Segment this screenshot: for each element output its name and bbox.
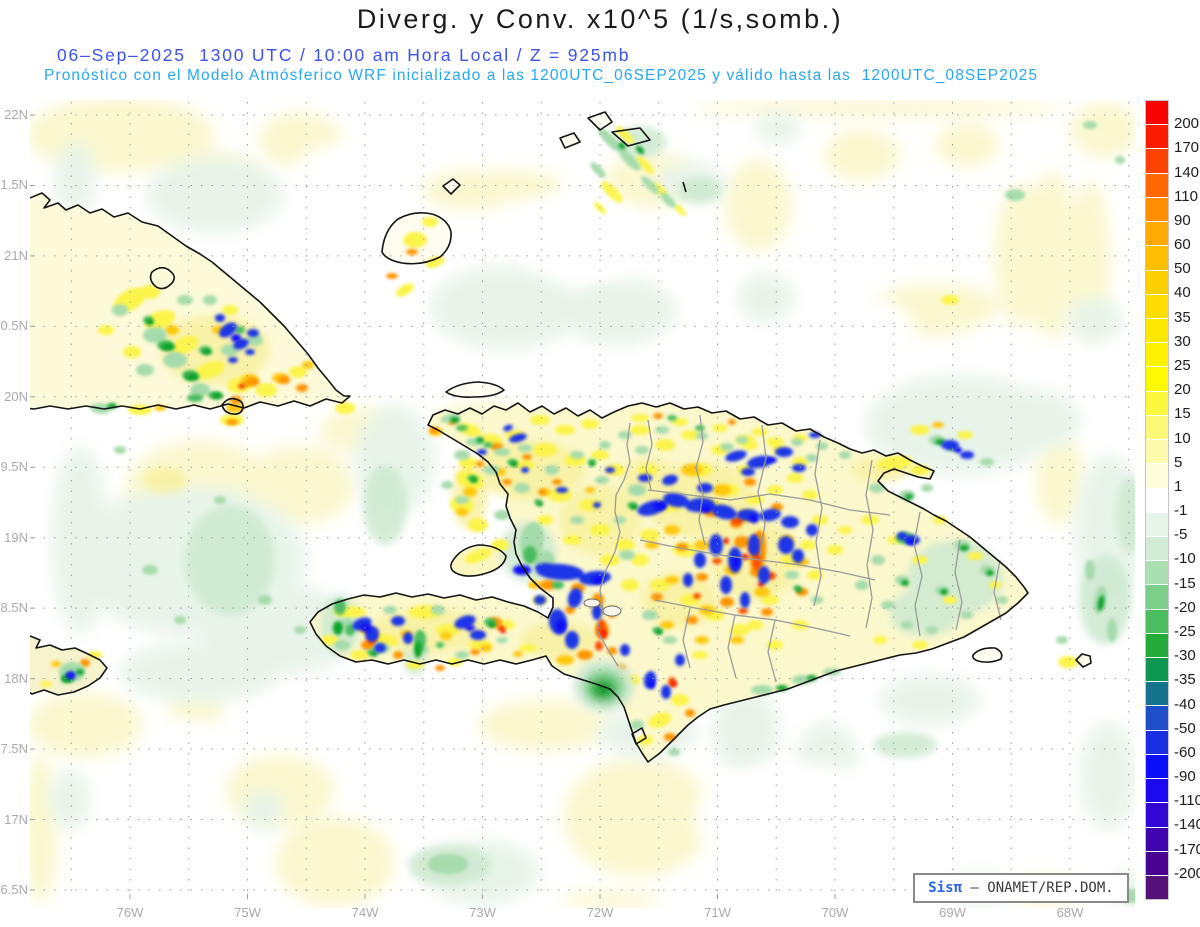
- colorbar-label-10: 10: [1174, 429, 1191, 447]
- colorbar-label--50: -50: [1174, 719, 1196, 737]
- credit-text: – ONAMET/REP.DOM.: [962, 880, 1114, 896]
- colorbar-label-30: 30: [1174, 332, 1191, 350]
- colorbar-label-140: 140: [1174, 163, 1200, 181]
- lat-label-7.5N: 7.5N: [0, 741, 28, 757]
- colorbar-label-40: 40: [1174, 284, 1191, 302]
- colorbar-segment-30: [1146, 827, 1168, 852]
- colorbar-segment-0: [1146, 101, 1168, 126]
- colorbar-label--20: -20: [1174, 598, 1196, 616]
- colorbar-label-60: 60: [1174, 236, 1191, 254]
- colorbar-segment-12: [1146, 391, 1168, 416]
- colorbar-label--60: -60: [1174, 743, 1196, 761]
- colorbar-label-35: 35: [1174, 308, 1191, 326]
- lat-label-17N: 17N: [4, 811, 28, 827]
- colorbar-segment-16: [1146, 488, 1168, 513]
- colorbar-segment-27: [1146, 754, 1168, 780]
- colorbar-segment-5: [1146, 222, 1168, 247]
- lon-label-68W: 68W: [1056, 905, 1084, 920]
- lon-label-73W: 73W: [469, 905, 496, 920]
- colorbar-label--15: -15: [1174, 574, 1196, 592]
- colorbar-segment-3: [1146, 173, 1168, 198]
- colorbar-segment-11: [1146, 367, 1168, 392]
- lon-label-71W: 71W: [704, 905, 731, 920]
- lon-label-75W: 75W: [234, 905, 261, 920]
- colorbar-segment-21: [1146, 609, 1168, 634]
- colorbar-label--200: -200: [1174, 864, 1200, 882]
- colorbar-segment-23: [1146, 658, 1168, 683]
- weather-map-page: Diverg. y Conv. x10^5 (1/s,somb.) 06–Sep…: [0, 0, 1200, 927]
- convergence-target: [574, 660, 634, 712]
- colorbar-segment-7: [1146, 270, 1168, 295]
- colorbar-segment-18: [1146, 536, 1168, 562]
- colorbar-segment-17: [1146, 512, 1168, 537]
- colorbar-segment-15: [1146, 464, 1168, 489]
- colorbar-segment-8: [1146, 294, 1168, 319]
- colorbar-segment-6: [1146, 246, 1168, 271]
- colorbar-segment-13: [1146, 415, 1168, 441]
- lat-label-6.5N: 6.5N: [0, 881, 28, 897]
- colorbar-segment-26: [1146, 730, 1168, 755]
- lat-label-0.5N: 0.5N: [0, 318, 28, 334]
- colorbar-segment-20: [1146, 585, 1168, 610]
- colorbar-label--140: -140: [1174, 816, 1200, 834]
- divergence-field: [30, 100, 1135, 908]
- lat-label-1.5N: 1.5N: [0, 177, 28, 193]
- colorbar-label--170: -170: [1174, 840, 1200, 858]
- lat-label-21N: 21N: [4, 247, 28, 263]
- colorbar-label--35: -35: [1174, 671, 1196, 689]
- colorbar-label-200: 200: [1174, 115, 1200, 133]
- lon-label-72W: 72W: [586, 905, 614, 920]
- colorbar: [1145, 100, 1169, 900]
- lat-label-8.5N: 8.5N: [0, 600, 28, 616]
- colorbar-label-170: 170: [1174, 139, 1200, 157]
- branding-box: Sisπ – ONAMET/REP.DOM.: [913, 873, 1129, 903]
- colorbar-segment-28: [1146, 779, 1168, 804]
- colorbar-segment-2: [1146, 149, 1168, 174]
- colorbar-segment-24: [1146, 682, 1168, 707]
- colorbar-segment-25: [1146, 706, 1168, 731]
- colorbar-label-25: 25: [1174, 357, 1191, 374]
- colorbar-segment-31: [1146, 851, 1168, 876]
- lon-label-74W: 74W: [351, 905, 379, 920]
- lat-label-22N: 22N: [4, 107, 28, 122]
- colorbar-label-15: 15: [1174, 405, 1191, 423]
- colorbar-label-90: 90: [1174, 211, 1191, 229]
- colorbar-label--30: -30: [1174, 647, 1196, 665]
- colorbar-segment-29: [1146, 803, 1168, 828]
- lon-label-70W: 70W: [821, 905, 849, 920]
- colorbar-label--90: -90: [1174, 768, 1196, 786]
- colorbar-label-50: 50: [1174, 260, 1191, 278]
- colorbar-label-20: 20: [1174, 381, 1191, 399]
- colorbar-segment-22: [1146, 633, 1168, 659]
- lat-label-18N: 18N: [4, 670, 28, 686]
- lat-label-19N: 19N: [4, 529, 28, 545]
- map-canvas: [30, 100, 1135, 908]
- colorbar-segment-9: [1146, 318, 1168, 344]
- lat-label-20N: 20N: [4, 388, 28, 404]
- colorbar-segment-32: [1146, 876, 1168, 900]
- colorbar-label--25: -25: [1174, 623, 1196, 640]
- colorbar-segment-4: [1146, 197, 1168, 223]
- colorbar-label-1: 1: [1174, 477, 1183, 495]
- lon-label-69W: 69W: [939, 905, 966, 920]
- lon-label-76W: 76W: [116, 905, 144, 920]
- colorbar-segment-19: [1146, 561, 1168, 586]
- colorbar-segment-14: [1146, 440, 1168, 465]
- sispi-logo: Sisπ: [928, 880, 962, 896]
- colorbar-label--10: -10: [1174, 550, 1196, 568]
- colorbar-segment-10: [1146, 343, 1168, 368]
- colorbar-label-5: 5: [1174, 453, 1183, 471]
- lat-label-9.5N: 9.5N: [0, 459, 28, 475]
- colorbar-label--1: -1: [1174, 502, 1188, 520]
- colorbar-label--5: -5: [1174, 526, 1188, 544]
- colorbar-label-110: 110: [1174, 187, 1198, 205]
- colorbar-segment-1: [1146, 125, 1168, 150]
- colorbar-label--110: -110: [1174, 792, 1200, 810]
- colorbar-label--40: -40: [1174, 695, 1196, 713]
